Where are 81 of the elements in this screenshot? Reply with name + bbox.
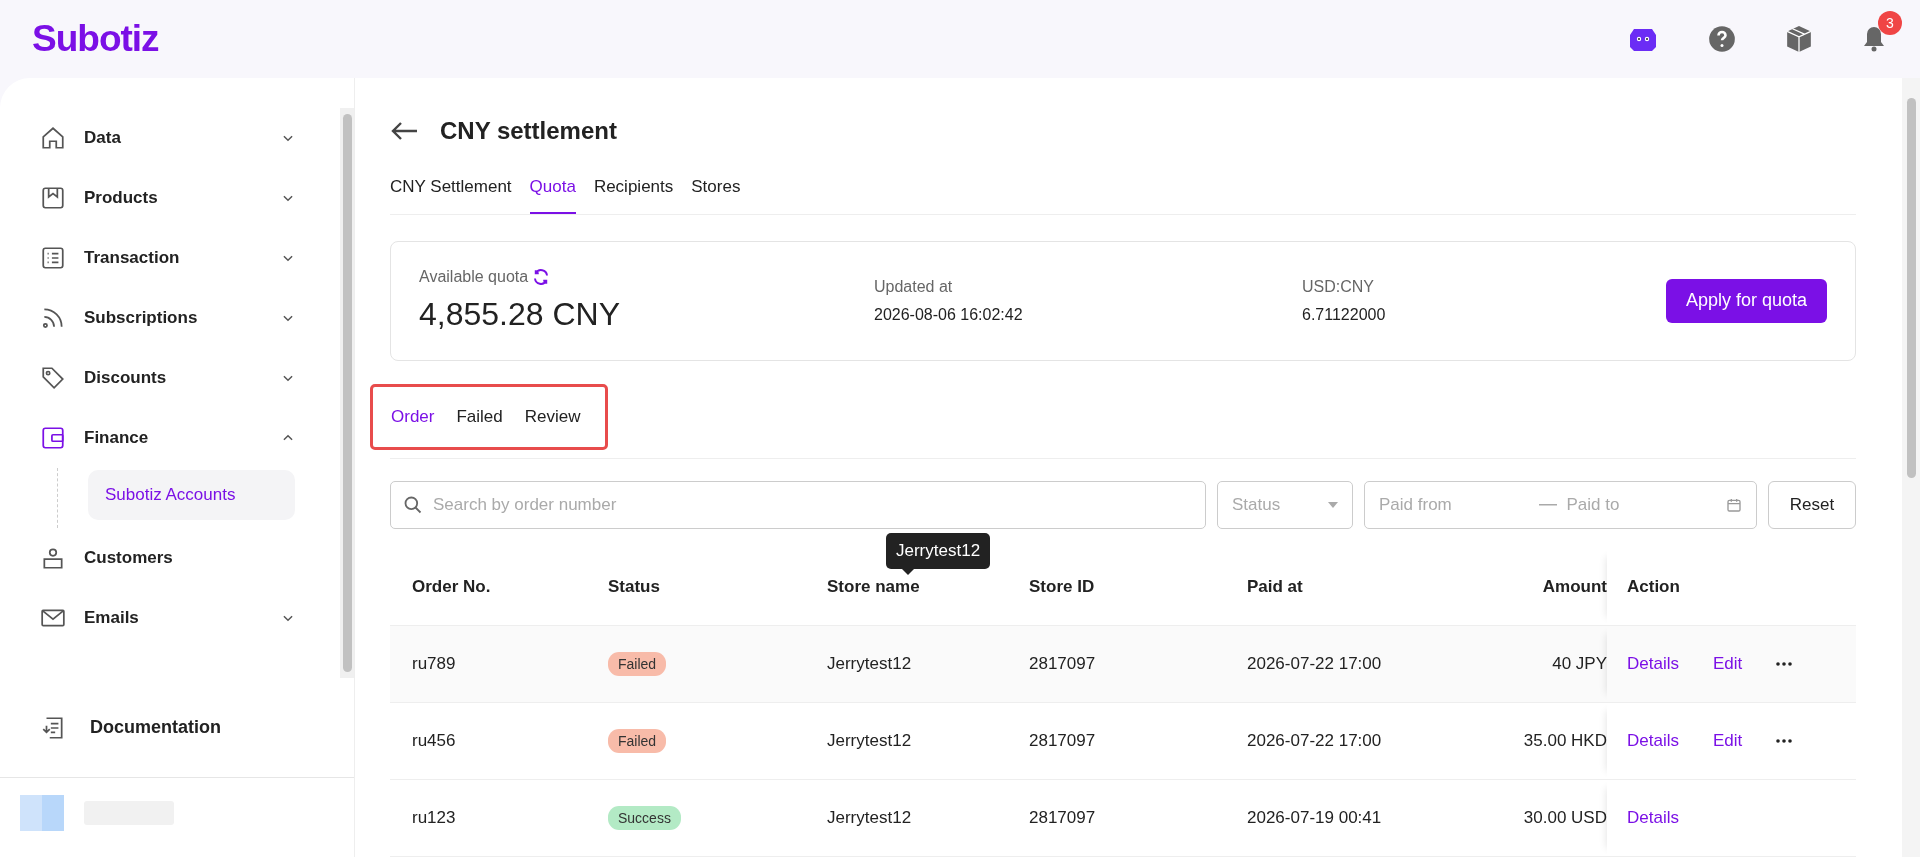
- documentation-link[interactable]: Documentation: [90, 717, 221, 738]
- status-badge: Failed: [608, 652, 667, 676]
- table-cell: 40 JPY: [1552, 654, 1607, 674]
- date-range-field[interactable]: Paid from Paid to: [1364, 481, 1757, 529]
- column-header: Status: [608, 577, 660, 597]
- more-icon[interactable]: [1776, 662, 1793, 666]
- table-cell: Jerrytest12: [827, 654, 912, 674]
- caret-icon: [1328, 502, 1338, 509]
- sidebar-item[interactable]: Emails: [40, 588, 295, 648]
- search-input[interactable]: Search by order number: [431, 494, 1191, 517]
- tooltip-pointer-icon: [902, 569, 914, 575]
- action-link[interactable]: Edit: [1712, 654, 1743, 674]
- sidebar-item[interactable]: Products: [40, 168, 295, 228]
- tab[interactable]: Recipients: [593, 161, 674, 214]
- tab[interactable]: Order: [391, 406, 435, 427]
- search-field[interactable]: Search by order number: [390, 481, 1206, 529]
- column-header: Order No.: [411, 577, 491, 597]
- back-arrow-icon[interactable]: [390, 120, 418, 141]
- logo[interactable]: Subotiz: [32, 18, 159, 60]
- notification-badge: 3: [1878, 11, 1902, 35]
- tooltip: Jerrytest12: [886, 533, 991, 569]
- table-cell: 30.00 USD: [1523, 808, 1607, 828]
- dash-icon: [1538, 504, 1557, 507]
- page-title: CNY settlement: [440, 116, 617, 145]
- sidebar-item[interactable]: Data: [40, 108, 295, 168]
- refresh-icon[interactable]: [532, 268, 551, 287]
- table-cell: 2026-07-19 00:41: [1247, 808, 1382, 828]
- table-cell: 2026-07-22 17:00: [1247, 731, 1382, 751]
- sidebar-item[interactable]: Subscriptions: [40, 288, 295, 348]
- apply-button[interactable]: Apply for quota: [1665, 278, 1827, 323]
- tab[interactable]: Failed: [456, 406, 503, 427]
- table-cell: 2817097: [1029, 808, 1096, 828]
- action-link[interactable]: Details: [1627, 654, 1679, 674]
- table-cell-text: ru789: [411, 654, 456, 674]
- table-cell: 2026-07-22 17:00: [1247, 654, 1382, 674]
- table-cell: 2817097: [1029, 654, 1096, 674]
- tab[interactable]: Review: [524, 406, 581, 427]
- quota-label: Available quota: [419, 268, 529, 287]
- search-icon: [403, 495, 423, 516]
- status-select[interactable]: Status: [1217, 481, 1353, 529]
- table-cell-text: ru456: [411, 731, 456, 751]
- action-link[interactable]: Edit: [1712, 731, 1743, 751]
- table-cell: Jerrytest12: [827, 808, 912, 828]
- tab[interactable]: CNY Settlement: [390, 161, 512, 214]
- help-icon[interactable]: [1708, 25, 1736, 53]
- calendar-icon: [1726, 497, 1742, 514]
- scrollbar[interactable]: [1902, 78, 1920, 857]
- status-badge: Success: [608, 806, 681, 830]
- action-link[interactable]: Details: [1627, 808, 1679, 828]
- updated-value: 2026-08-06 16:02:42: [874, 305, 1024, 324]
- status-input[interactable]: Status: [1230, 494, 1320, 517]
- sidebar-item[interactable]: Transaction: [40, 228, 295, 288]
- column-header: Paid at: [1247, 577, 1303, 597]
- document-icon: [40, 714, 66, 741]
- scrollbar[interactable]: [340, 108, 354, 678]
- sidebar-subitem[interactable]: Subotiz Accounts: [88, 470, 295, 520]
- tab[interactable]: Stores: [691, 161, 741, 214]
- column-header: Action: [1627, 577, 1680, 597]
- table-cell: Jerrytest12: [827, 731, 912, 751]
- column-header: Store ID: [1029, 577, 1095, 597]
- column-header: Amount: [1542, 577, 1607, 597]
- column-header: Store name: [827, 577, 920, 597]
- box-icon[interactable]: [1786, 25, 1812, 53]
- table-cell: 35.00 HKD: [1523, 731, 1607, 751]
- sidebar-item[interactable]: Finance: [40, 408, 295, 468]
- sidebar-item[interactable]: Customers: [40, 528, 295, 588]
- quota-amount: 4,855.28 CNY: [419, 296, 621, 334]
- table-cell: 2817097: [1029, 731, 1096, 751]
- rate-label: USD:CNY: [1302, 277, 1375, 296]
- bell-icon[interactable]: [1862, 25, 1886, 53]
- updated-label: Updated at: [874, 277, 954, 296]
- date-to-input[interactable]: Paid to: [1564, 494, 1718, 517]
- sidebar-item[interactable]: Discounts: [40, 348, 295, 408]
- table-cell-text: ru123: [411, 808, 456, 828]
- date-from-input[interactable]: Paid from: [1377, 494, 1531, 517]
- more-icon[interactable]: [1776, 739, 1793, 743]
- reset-button[interactable]: Reset: [1768, 481, 1856, 529]
- status-badge: Failed: [608, 729, 667, 753]
- tab[interactable]: Quota: [529, 161, 576, 214]
- rate-value: 6.71122000: [1302, 305, 1387, 324]
- action-link[interactable]: Details: [1627, 731, 1679, 751]
